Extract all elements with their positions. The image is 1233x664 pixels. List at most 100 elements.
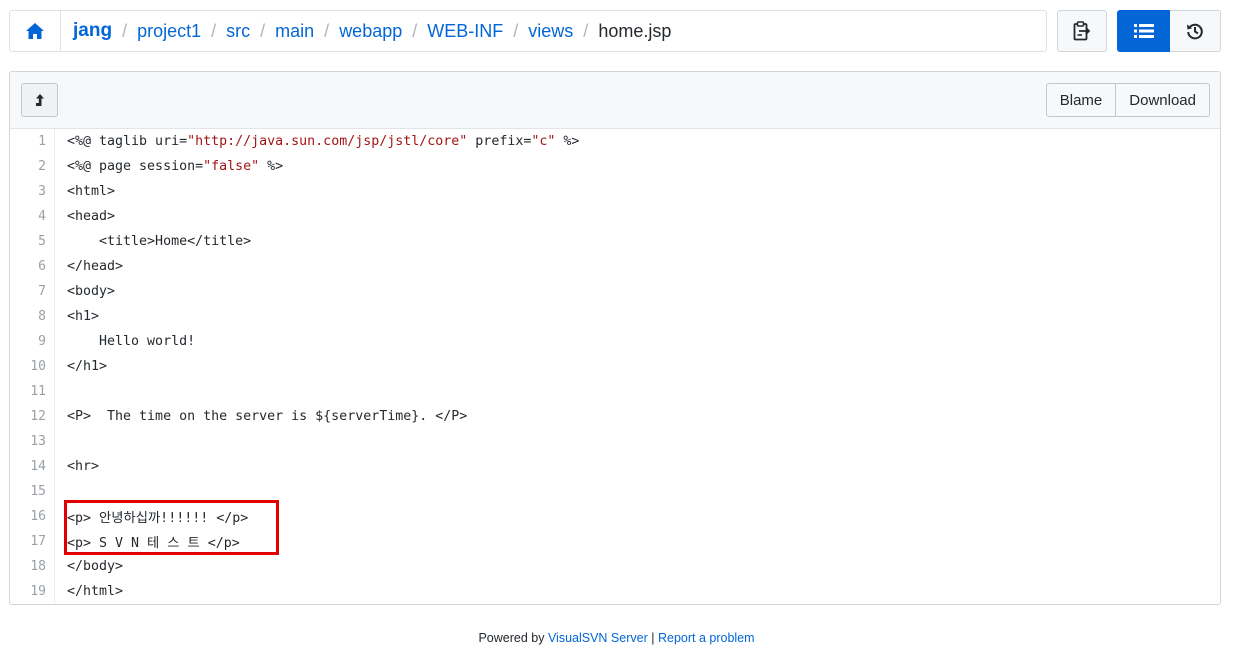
code-line: 10 </h1> [10,354,1220,379]
breadcrumb-item-web-inf[interactable]: WEB-INF [427,21,503,42]
breadcrumb-separator: / [324,20,330,41]
line-content: <hr> [55,459,99,474]
line-number[interactable]: 9 [10,329,55,354]
file-header: Blame Download [10,72,1220,129]
code-line: 11 [10,379,1220,404]
line-content: <h1> [55,309,99,324]
line-number[interactable]: 5 [10,229,55,254]
line-number[interactable]: 11 [10,379,55,404]
line-number[interactable]: 3 [10,179,55,204]
line-number[interactable]: 14 [10,454,55,479]
code-text: <title>Home</title> [67,234,252,249]
code-line: 1 <%@ taglib uri="http://java.sun.com/jsp… [10,129,1220,154]
code-line: 16 <p> 안녕하십까!!!!!! </p> [10,504,1220,529]
code-text: <body> [67,284,116,299]
line-content: <%@ page session="false" %> [55,159,283,174]
line-number[interactable]: 17 [10,529,55,554]
code-string: "http://java.sun.com/jsp/jstl/core" [187,134,468,149]
line-number[interactable]: 13 [10,429,55,454]
breadcrumb-item-webapp[interactable]: webapp [339,21,402,42]
breadcrumb-separator: / [513,20,519,41]
line-content: <body> [55,284,115,299]
line-content: <p> S V N 테 스 트 </p> [55,532,240,551]
code-text: <hr> [67,459,100,474]
breadcrumb-item-src[interactable]: src [226,21,250,42]
code-line: 6 </head> [10,254,1220,279]
code-line: 8 <h1> [10,304,1220,329]
line-number[interactable]: 7 [10,279,55,304]
line-content: </head> [55,259,123,274]
up-level-button[interactable] [21,83,58,117]
line-number[interactable]: 16 [10,504,55,529]
breadcrumb-separator: / [583,20,589,41]
file-viewer: Blame Download 1 <%@ taglib uri="http://j… [9,71,1221,605]
history-icon [1187,23,1203,40]
code-line: 19 </html> [10,579,1220,604]
file-actions: Blame Download [1045,83,1210,117]
report-problem-link[interactable]: Report a problem [658,631,755,645]
line-number[interactable]: 19 [10,579,55,604]
line-number[interactable]: 2 [10,154,55,179]
home-button[interactable] [10,11,61,51]
breadcrumb-item-views[interactable]: views [528,21,573,42]
line-content: <title>Home</title> [55,234,251,249]
copy-path-button[interactable] [1057,10,1107,52]
code-line: 3 <html> [10,179,1220,204]
code-text: Hello world! [67,334,196,349]
breadcrumb-separator: / [412,20,418,41]
breadcrumb-current-file: home.jsp [598,20,672,41]
code-line: 17 <p> S V N 테 스 트 </p> [10,529,1220,554]
line-content: Hello world! [55,334,195,349]
line-content: </html> [55,584,123,599]
breadcrumb-item-main[interactable]: main [275,21,314,42]
blame-button[interactable]: Blame [1045,83,1117,117]
line-content: <P> The time on the server is ${serverTi… [55,409,467,424]
line-number[interactable]: 12 [10,404,55,429]
line-content: <html> [55,184,115,199]
code-text: prefix= [467,134,532,149]
line-number[interactable]: 15 [10,479,55,504]
powered-by-text: Powered by [478,631,545,645]
footer-divider: | [651,631,655,645]
code-text: </h1> [67,359,108,374]
code-line: 18 </body> [10,554,1220,579]
footer: Powered by VisualSVN Server | Report a p… [0,631,1233,645]
line-content: <%@ taglib uri="http://java.sun.com/jsp/… [55,134,579,149]
visualsvn-link[interactable]: VisualSVN Server [548,631,648,645]
history-button[interactable] [1170,10,1221,52]
code-line: 9 Hello world! [10,329,1220,354]
code-line: 13 [10,429,1220,454]
code-string: "c" [531,134,556,149]
line-number[interactable]: 4 [10,204,55,229]
code-text: <%@ taglib uri= [67,134,188,149]
code-line: 4 <head> [10,204,1220,229]
code-text: <h1> [67,309,100,324]
code-text: <P> The time on the server is ${serverTi… [67,409,468,424]
code-line: 14 <hr> [10,454,1220,479]
code-text: <p> S V N 테 스 트 </p> [67,536,240,551]
line-number[interactable]: 6 [10,254,55,279]
view-file-button[interactable] [1117,10,1170,52]
code-text: <p> 안녕하십까!!!!!! </p> [67,511,249,526]
line-number[interactable]: 10 [10,354,55,379]
code-line: 5 <title>Home</title> [10,229,1220,254]
download-button[interactable]: Download [1116,83,1210,117]
home-icon [26,23,44,39]
code-text: </head> [67,259,124,274]
code-text: <%@ page session= [67,159,204,174]
breadcrumb-separator: / [122,20,128,41]
code-text: <html> [67,184,116,199]
code-text: %> [259,159,284,174]
code-line: 7 <body> [10,279,1220,304]
line-content: <p> 안녕하십까!!!!!! </p> [55,507,248,526]
level-up-icon [35,94,44,106]
code-text: %> [555,134,580,149]
breadcrumb-item-project1[interactable]: project1 [137,21,201,42]
code-text: </html> [67,584,124,599]
line-number[interactable]: 1 [10,129,55,154]
line-number[interactable]: 18 [10,554,55,579]
code-text: </body> [67,559,124,574]
line-number[interactable]: 8 [10,304,55,329]
breadcrumb-item-jang[interactable]: jang [73,20,112,42]
breadcrumb-path: jang / project1 / src / main / webapp / WEB-INF / vi… [61,20,671,42]
